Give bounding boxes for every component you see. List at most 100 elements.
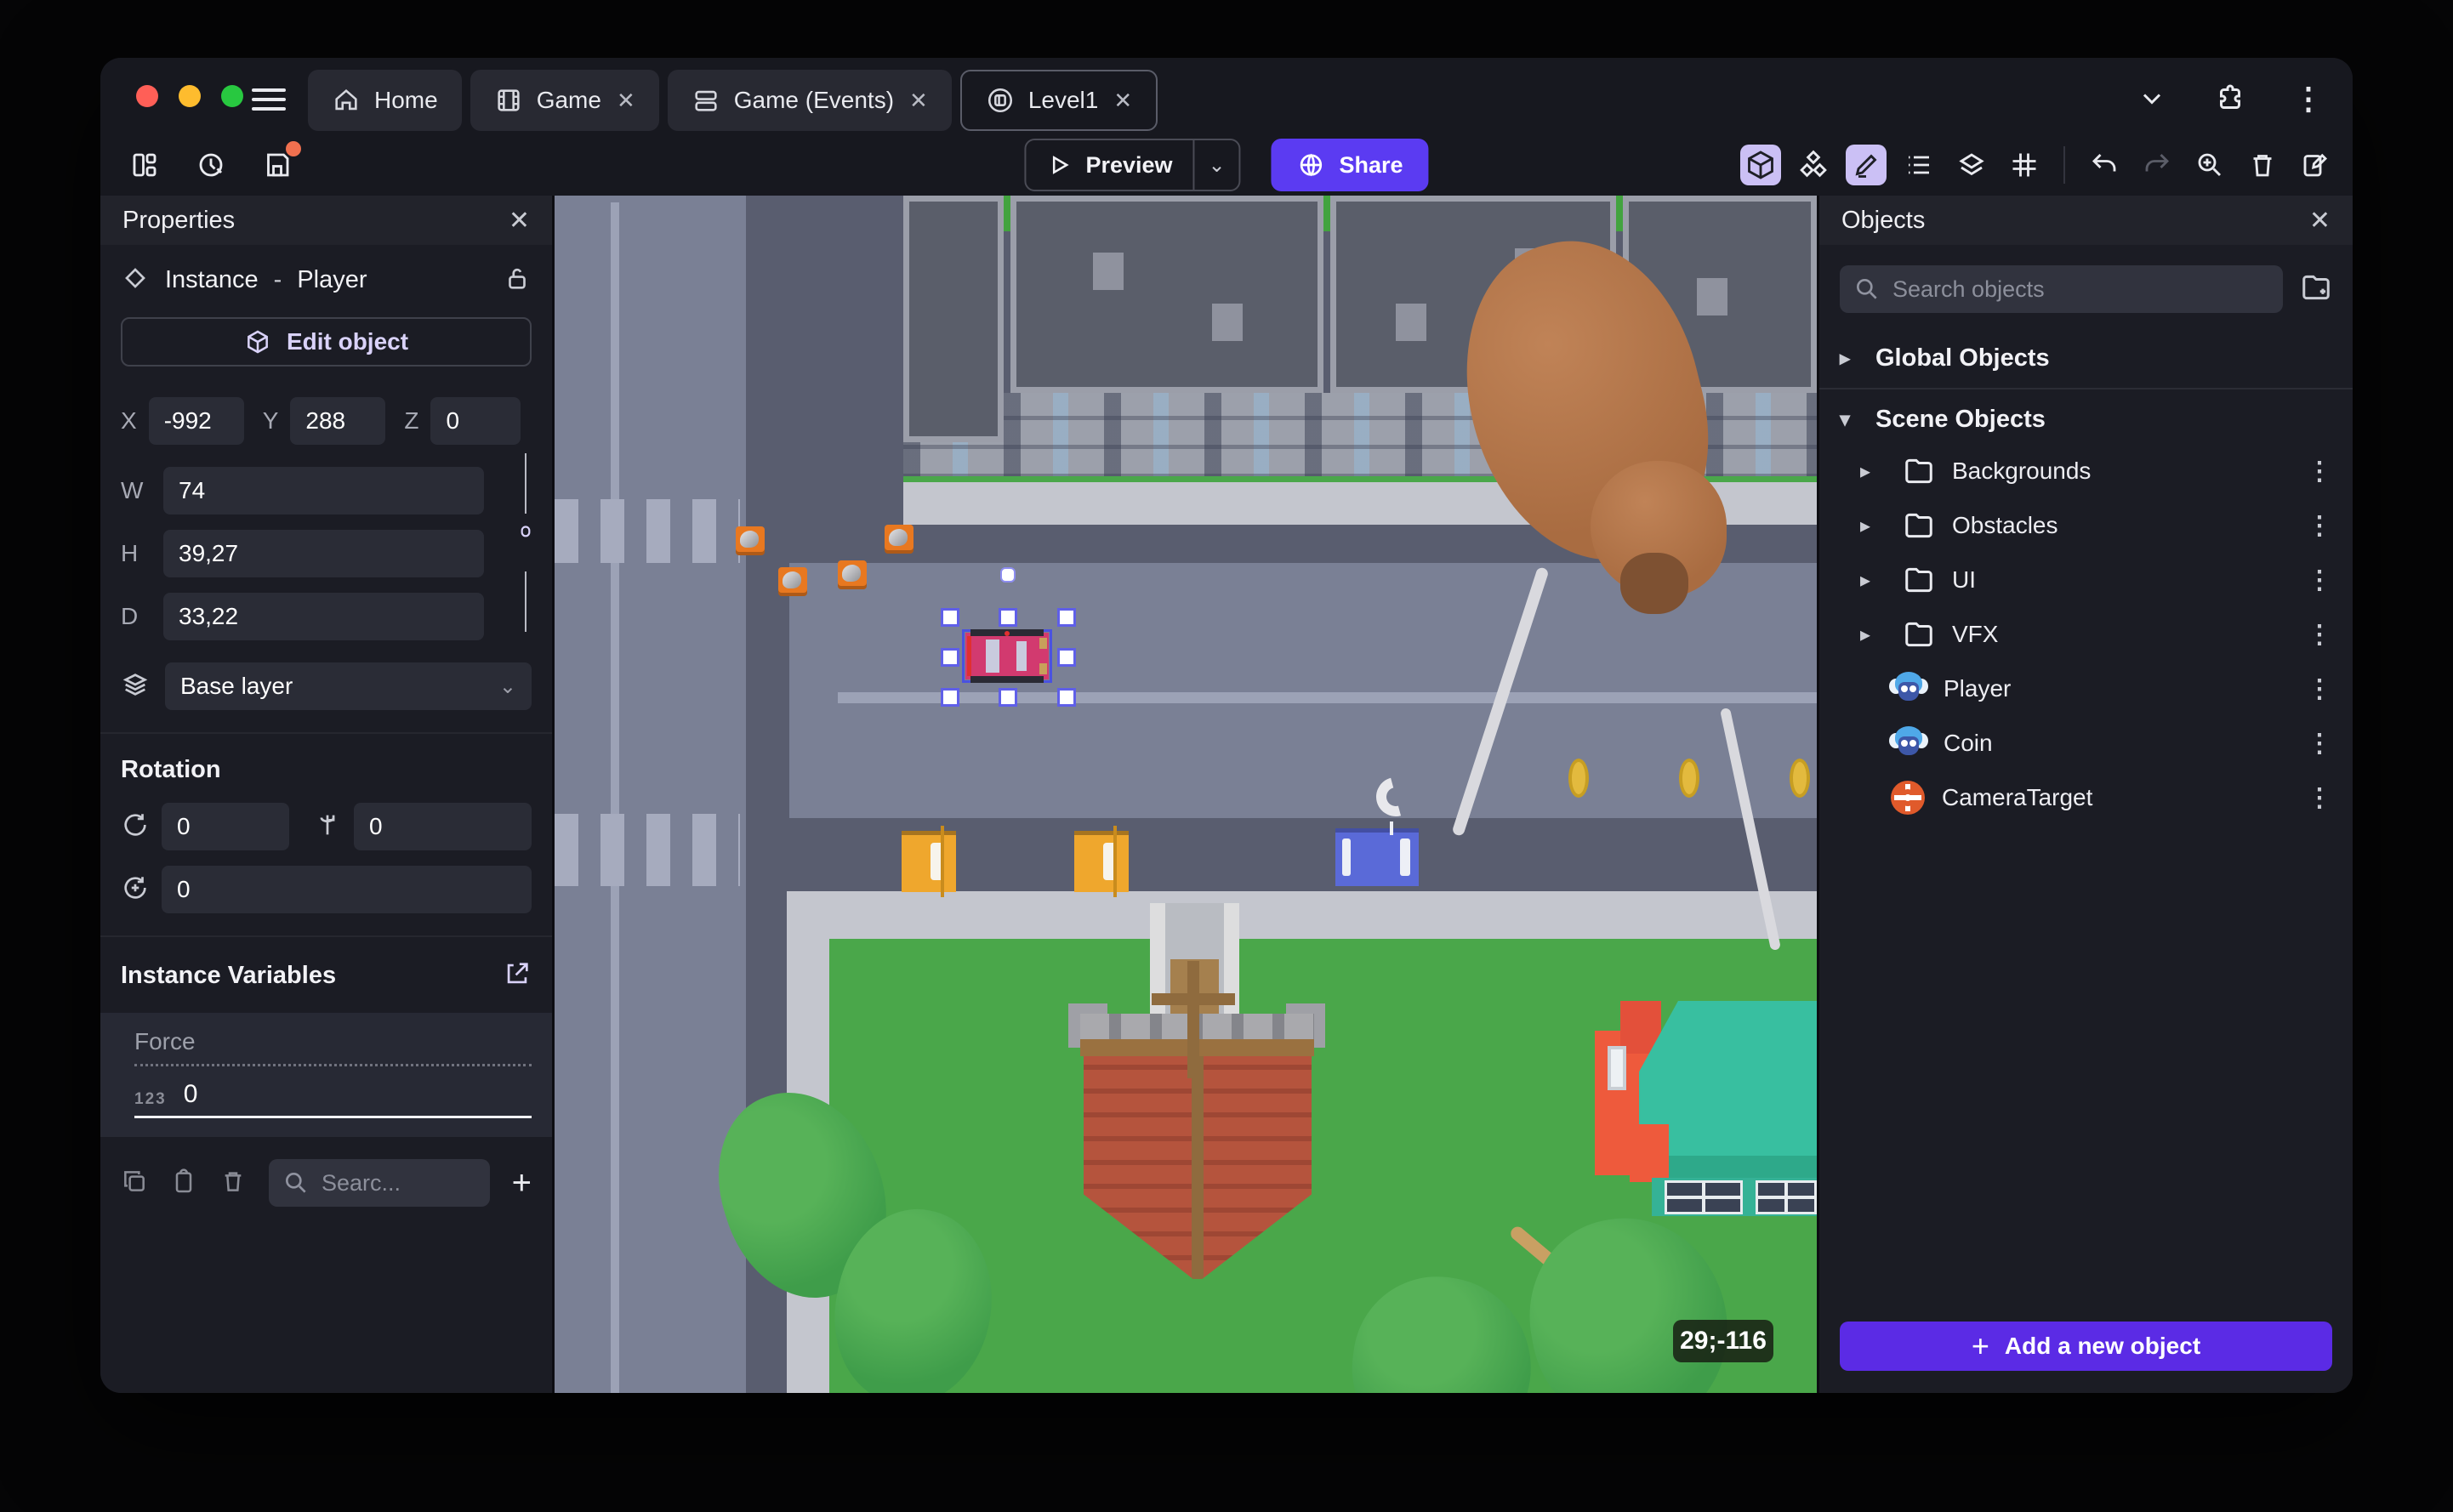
- play-icon: [1052, 156, 1069, 174]
- object-item-obstacles[interactable]: ▸ Obstacles ⋮: [1819, 498, 2353, 553]
- share-button[interactable]: Share: [1271, 139, 1429, 191]
- tab-game-events[interactable]: Game (Events) ✕: [667, 70, 952, 131]
- selected-player-instance[interactable]: [965, 629, 1049, 683]
- rotate-z-icon: [121, 873, 150, 907]
- preview-button[interactable]: Preview ⌄: [1024, 139, 1241, 191]
- y-field[interactable]: 288: [290, 397, 386, 445]
- chevron-down-icon[interactable]: [2137, 83, 2167, 114]
- object-item-vfx[interactable]: ▸ VFX ⋮: [1819, 607, 2353, 662]
- item-menu-icon[interactable]: ⋮: [2307, 729, 2332, 759]
- paste-icon[interactable]: [170, 1168, 197, 1199]
- item-menu-icon[interactable]: ⋮: [2307, 511, 2332, 541]
- resize-handle[interactable]: [1057, 648, 1076, 667]
- minimize-window-button[interactable]: [179, 85, 201, 107]
- rotation-y-field[interactable]: 0: [354, 803, 532, 850]
- scene-canvas[interactable]: 29;-116: [555, 196, 1817, 1393]
- x-field[interactable]: -992: [148, 397, 244, 445]
- zoom-in-icon[interactable]: [2189, 145, 2230, 185]
- properties-close-icon[interactable]: ✕: [509, 206, 530, 236]
- object-item-ui[interactable]: ▸ UI ⋮: [1819, 553, 2353, 607]
- rotation-handle[interactable]: [1000, 567, 1016, 583]
- object-item-coin[interactable]: Coin ⋮: [1819, 716, 2353, 770]
- tab-home[interactable]: Home: [308, 70, 462, 131]
- variable-row-force[interactable]: Force 123 0: [100, 1013, 552, 1137]
- undo-icon[interactable]: [2084, 145, 2125, 185]
- resize-handle[interactable]: [1057, 688, 1076, 707]
- objects-search-input[interactable]: [1840, 265, 2283, 313]
- group-scene-objects[interactable]: ▾ Scene Objects: [1819, 395, 2353, 444]
- h-field[interactable]: 39,27: [163, 530, 484, 577]
- variable-name: Force: [134, 1028, 196, 1054]
- copy-icon[interactable]: [121, 1168, 148, 1199]
- rotation-z-field[interactable]: 0: [162, 866, 532, 913]
- x-label: X: [121, 407, 137, 434]
- preview-dropdown-chevron-icon[interactable]: ⌄: [1195, 153, 1239, 178]
- d-field[interactable]: 33,22: [163, 593, 484, 640]
- z-field[interactable]: 0: [430, 397, 521, 445]
- item-menu-icon[interactable]: ⋮: [2307, 783, 2332, 813]
- solar-panel: [1665, 1180, 1743, 1214]
- crosswalk-south: [555, 814, 740, 886]
- edit-object-button[interactable]: Edit object: [121, 317, 532, 367]
- resize-handle[interactable]: [941, 608, 959, 627]
- close-window-button[interactable]: [136, 85, 158, 107]
- separator: -: [273, 266, 282, 293]
- tab-close-icon[interactable]: ✕: [909, 88, 928, 114]
- view-3d-cube-icon[interactable]: [1740, 145, 1781, 185]
- item-menu-icon[interactable]: ⋮: [2307, 566, 2332, 595]
- link-dimensions-icon[interactable]: [515, 453, 537, 632]
- add-folder-icon[interactable]: [2300, 271, 2332, 308]
- toolbar-divider: [2063, 146, 2065, 184]
- resize-handle[interactable]: [999, 688, 1017, 707]
- layer-select[interactable]: Base layer ⌄: [165, 662, 532, 710]
- save-icon[interactable]: [257, 141, 301, 185]
- object-item-cameratarget[interactable]: CameraTarget ⋮: [1819, 770, 2353, 825]
- layout-panels-icon[interactable]: [124, 145, 165, 185]
- redo-icon[interactable]: [2137, 145, 2177, 185]
- menu-hamburger-icon[interactable]: [252, 88, 286, 111]
- tab-level1[interactable]: Level1 ✕: [959, 70, 1158, 131]
- history-icon[interactable]: [191, 145, 231, 185]
- group-global-objects[interactable]: ▸ Global Objects: [1819, 333, 2353, 383]
- add-new-object-button[interactable]: + Add a new object: [1840, 1322, 2332, 1371]
- toolbar-right: [1740, 145, 2336, 185]
- more-menu-icon[interactable]: ⋮: [2293, 83, 2324, 114]
- object-item-backgrounds[interactable]: ▸ Backgrounds ⋮: [1819, 444, 2353, 498]
- objects-close-icon[interactable]: ✕: [2309, 206, 2331, 236]
- open-variables-external-icon[interactable]: [503, 959, 532, 992]
- group-label: Global Objects: [1875, 344, 2050, 372]
- grid-icon[interactable]: [2004, 145, 2045, 185]
- instances-cubes-icon[interactable]: [1793, 145, 1834, 185]
- zoom-window-button[interactable]: [221, 85, 243, 107]
- resize-handle[interactable]: [941, 688, 959, 707]
- resize-handle[interactable]: [941, 648, 959, 667]
- resize-handle[interactable]: [999, 608, 1017, 627]
- cube-3d-icon: [248, 330, 268, 354]
- tab-close-icon[interactable]: ✕: [1113, 88, 1132, 114]
- rotation-x-field[interactable]: 0: [162, 803, 289, 850]
- object-label: CameraTarget: [1942, 784, 2093, 810]
- add-variable-icon[interactable]: +: [512, 1164, 532, 1202]
- object-list-icon[interactable]: [1898, 145, 1939, 185]
- delete-variable-icon[interactable]: [219, 1168, 247, 1199]
- item-menu-icon[interactable]: ⋮: [2307, 457, 2332, 486]
- monkey-icon: [1889, 726, 1928, 760]
- unlock-icon[interactable]: [503, 264, 532, 297]
- tab-close-icon[interactable]: ✕: [617, 88, 635, 114]
- trash-icon[interactable]: [2242, 145, 2283, 185]
- extensions-puzzle-icon[interactable]: [2215, 83, 2245, 114]
- rename-scene-icon[interactable]: [2295, 145, 2336, 185]
- object-item-player[interactable]: Player ⋮: [1819, 662, 2353, 716]
- tab-game[interactable]: Game ✕: [470, 70, 659, 131]
- layer-chevron-icon: ⌄: [498, 674, 516, 698]
- layers-icon[interactable]: [1951, 145, 1992, 185]
- w-field[interactable]: 74: [163, 467, 484, 514]
- resize-handle[interactable]: [1057, 608, 1076, 627]
- properties-header: Properties ✕: [100, 196, 552, 245]
- window-controls: [136, 85, 243, 107]
- item-menu-icon[interactable]: ⋮: [2307, 620, 2332, 650]
- variable-value[interactable]: 0: [184, 1080, 198, 1109]
- tab-label: Game: [536, 87, 601, 113]
- edit-pencil-icon[interactable]: [1846, 145, 1887, 185]
- item-menu-icon[interactable]: ⋮: [2307, 674, 2332, 704]
